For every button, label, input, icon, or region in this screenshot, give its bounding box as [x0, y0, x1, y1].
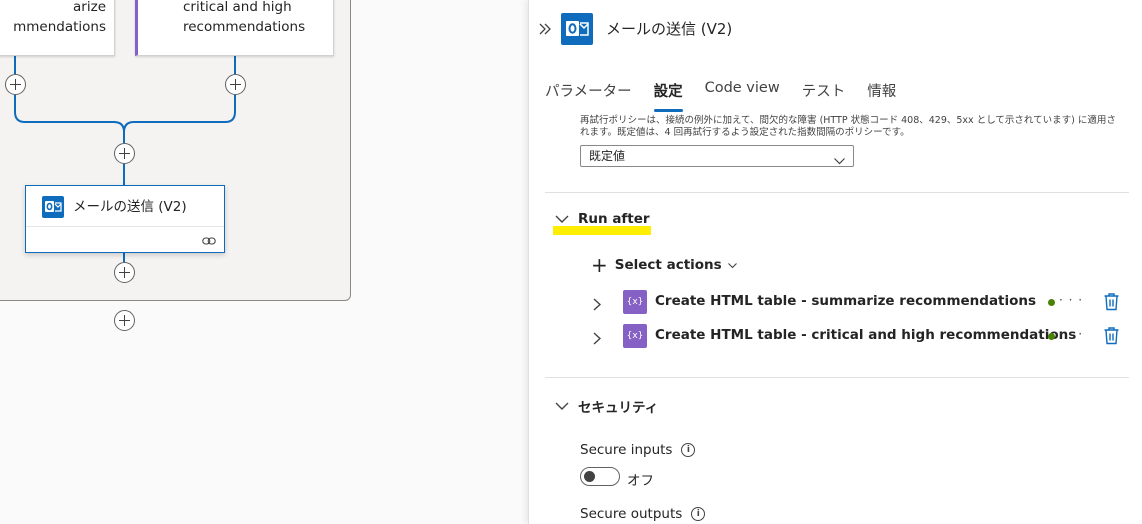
chevron-down-icon	[555, 402, 569, 410]
secure-inputs-label-row: Secure inputs i	[580, 442, 696, 458]
highlight-marker	[553, 226, 651, 235]
tab-code-view[interactable]: Code view	[705, 80, 780, 112]
info-icon[interactable]: i	[681, 443, 696, 457]
section-divider	[545, 192, 1129, 193]
action-card-label: arize mmendations	[13, 0, 106, 35]
retry-policy-value: 既定値	[589, 149, 626, 163]
action-card-summarize[interactable]: arize mmendations	[0, 0, 115, 56]
outlook-icon	[42, 196, 64, 224]
add-step-button[interactable]	[114, 262, 135, 283]
run-after-action-label: Create HTML table - summarize recommenda…	[655, 293, 1037, 309]
retry-policy-description: 再試行ポリシーは、接続の例外に加えて、間欠的な障害 (HTTP 状態コード 40…	[580, 115, 1116, 138]
toggle-knob	[584, 471, 595, 482]
add-step-button[interactable]	[114, 143, 135, 164]
delete-icon[interactable]	[1103, 292, 1120, 315]
chevron-down-icon	[727, 257, 737, 273]
security-section-header[interactable]: セキュリティ	[555, 396, 658, 416]
variable-icon: {x}	[623, 290, 647, 314]
chevron-down-icon	[555, 215, 569, 223]
chevron-down-icon	[834, 151, 845, 171]
add-icon: +	[591, 253, 608, 277]
designer-canvas[interactable]: arize mmendations critical and high reco…	[0, 0, 528, 524]
tab-about[interactable]: 情報	[867, 80, 896, 112]
section-divider	[545, 377, 1129, 378]
run-after-section-header[interactable]: Run after	[555, 211, 650, 227]
add-step-button[interactable]	[5, 74, 26, 95]
secure-inputs-toggle[interactable]	[580, 467, 620, 486]
variable-icon: {x}	[623, 324, 647, 348]
select-actions-label: Select actions	[614, 257, 722, 273]
run-after-heading: Run after	[578, 211, 650, 227]
secure-inputs-state: オフ	[627, 473, 654, 489]
chevron-right-icon[interactable]	[593, 330, 602, 349]
action-card-label: メールの送信 (V2)	[73, 199, 187, 215]
outlook-icon	[561, 13, 593, 49]
tab-parameters[interactable]: パラメーター	[545, 80, 632, 112]
select-actions-button[interactable]: + Select actions	[591, 253, 737, 277]
link-icon	[202, 232, 216, 252]
security-heading: セキュリティ	[578, 400, 659, 416]
chevron-right-icon[interactable]	[593, 296, 602, 315]
info-icon[interactable]: i	[691, 507, 706, 521]
retry-policy-dropdown[interactable]: 既定値	[580, 145, 854, 167]
run-after-action-row: {x} Create HTML table - summarize recomm…	[593, 289, 1128, 315]
action-card-send-email[interactable]: メールの送信 (V2)	[25, 185, 225, 253]
more-status-icon[interactable]: · · ·	[1059, 293, 1083, 307]
secure-inputs-label: Secure inputs	[580, 442, 673, 458]
panel-title: メールの送信 (V2)	[606, 20, 733, 38]
action-card-label: critical and high recommendations	[183, 0, 306, 35]
add-step-button[interactable]	[225, 74, 246, 95]
status-success-dot	[1048, 299, 1055, 306]
panel-tabs: パラメーター 設定 Code view テスト 情報	[545, 80, 918, 112]
tab-settings[interactable]: 設定	[653, 80, 683, 112]
add-step-button[interactable]	[114, 310, 135, 331]
run-after-action-row: {x} Create HTML table - critical and hig…	[593, 323, 1128, 349]
run-after-action-label: Create HTML table - critical and high re…	[655, 327, 1077, 343]
tab-test[interactable]: テスト	[802, 80, 846, 112]
card-divider	[26, 226, 224, 227]
action-settings-panel: メールの送信 (V2) ⋮ パラメーター 設定 Code view テスト 情報…	[528, 0, 1142, 524]
expand-panel-icon[interactable]	[538, 21, 552, 35]
delete-icon[interactable]	[1103, 326, 1120, 349]
secure-outputs-label: Secure outputs	[580, 506, 683, 522]
secure-outputs-label-row: Secure outputs i	[580, 506, 706, 522]
action-card-critical-high[interactable]: critical and high recommendations	[135, 0, 334, 56]
status-success-dot	[1048, 333, 1055, 340]
more-status-icon[interactable]: · · ·	[1059, 327, 1083, 341]
